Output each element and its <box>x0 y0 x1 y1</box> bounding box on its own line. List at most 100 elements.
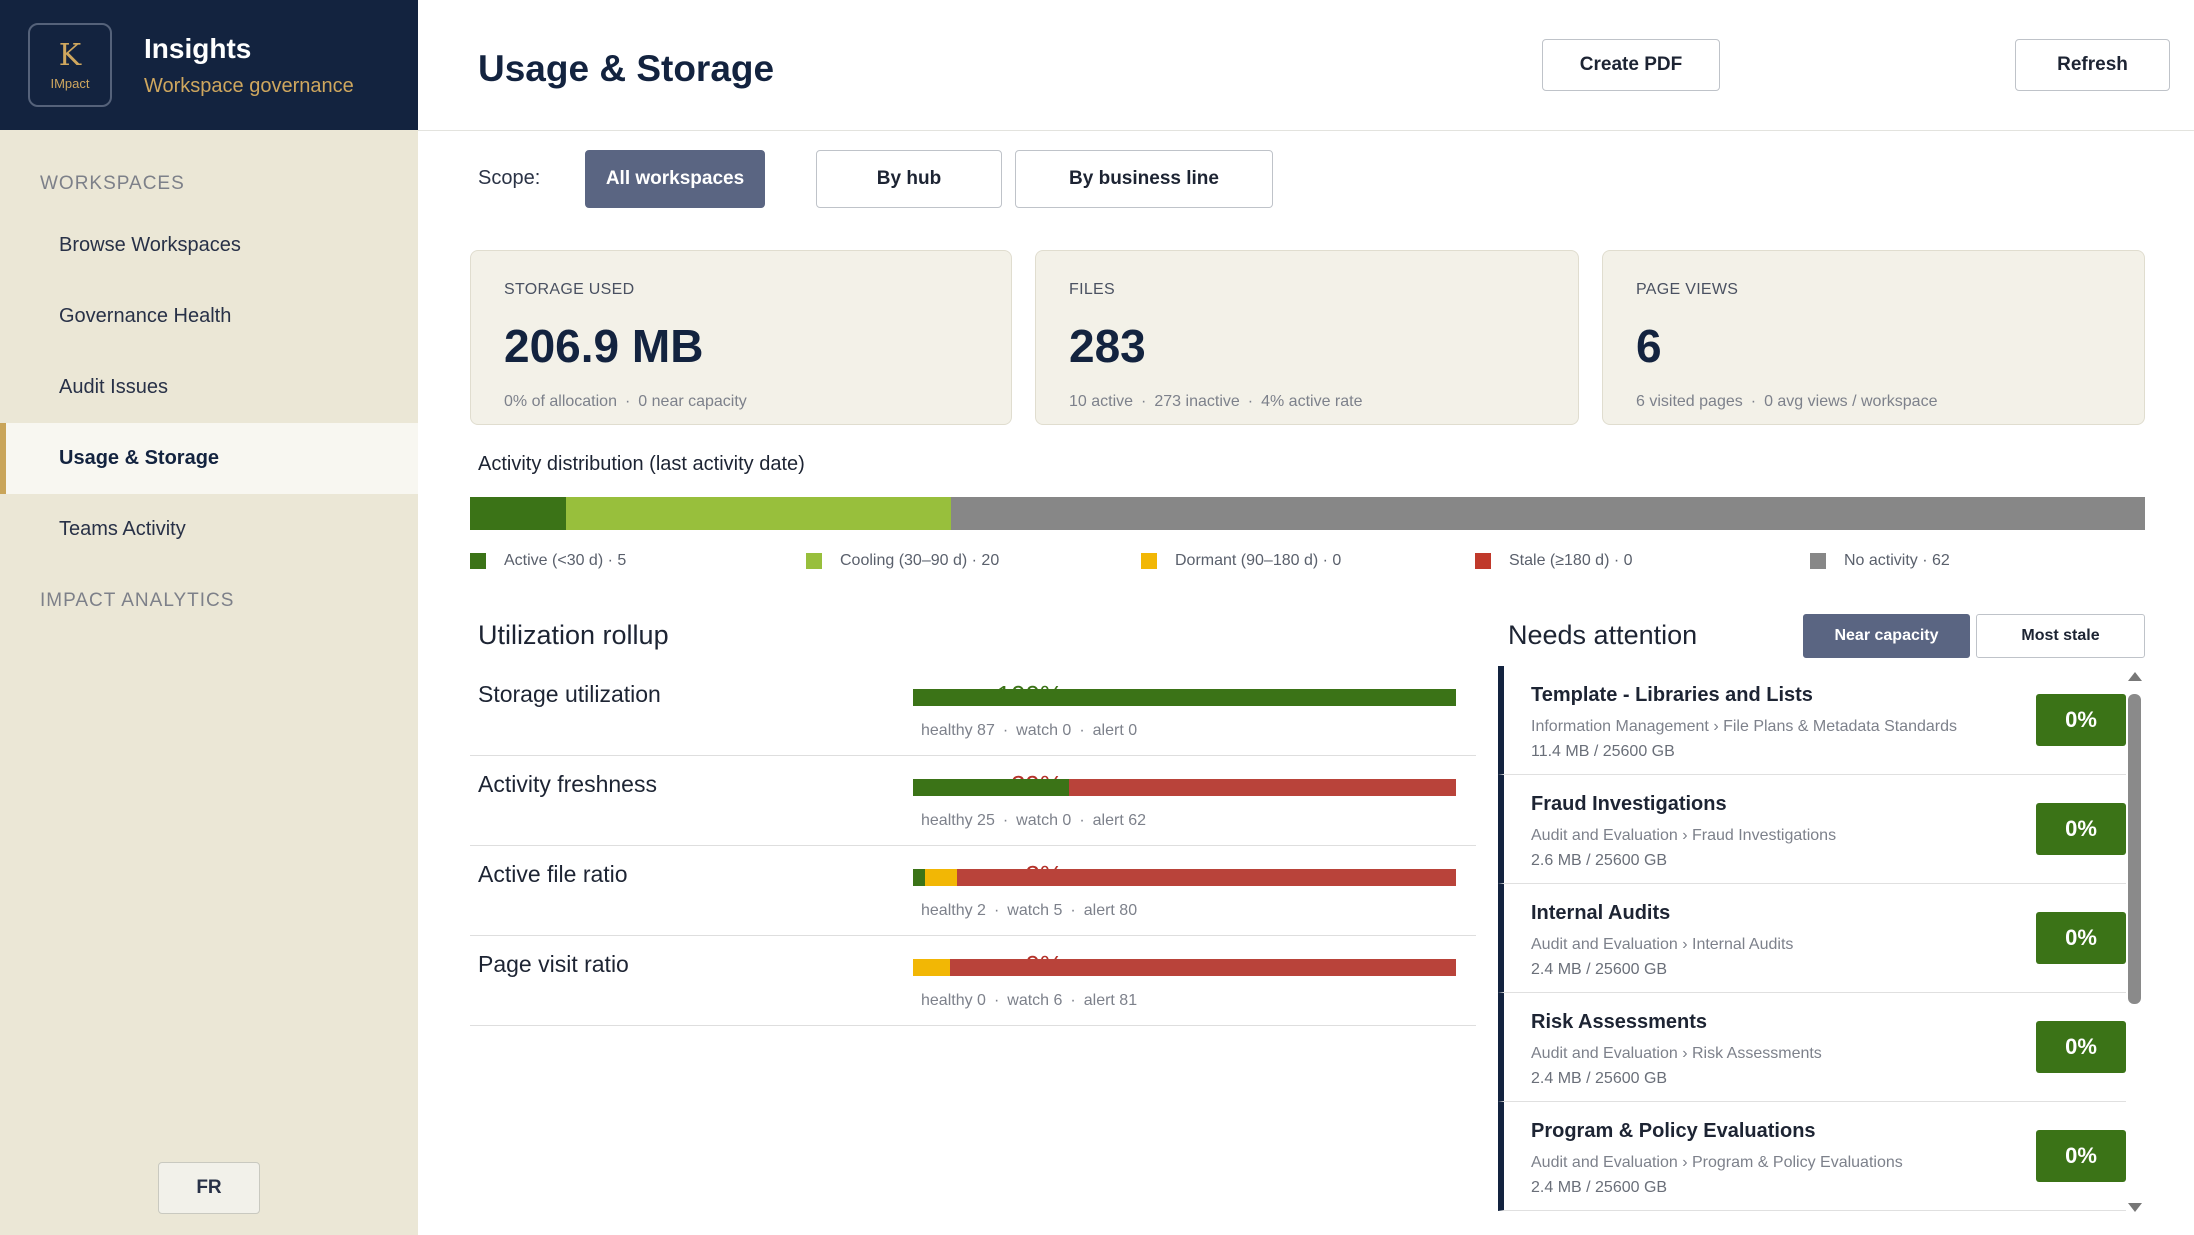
healthy-bar-segment <box>913 779 1070 796</box>
scope-by-hub-button[interactable]: By hub <box>816 150 1002 208</box>
utilization-row: Active file ratio2%healthy 2·watch 5·ale… <box>470 846 1476 936</box>
create-pdf-button[interactable]: Create PDF <box>1542 39 1720 91</box>
capacity-percent-badge: 0% <box>2036 1021 2126 1073</box>
legend-label: No activity · 62 <box>1844 552 1950 569</box>
utilization-metric-name: Activity freshness <box>478 771 657 797</box>
watch-count: watch 6 <box>1007 992 1063 1009</box>
kpi-card-files: FILES 283 10 active · 273 inactive · 4% acti… <box>1035 250 1579 425</box>
utilization-metric-name: Active file ratio <box>478 861 628 887</box>
separator-dot: · <box>1070 992 1076 1009</box>
sidebar: K IMpact Insights Workspace governance W… <box>0 0 418 1235</box>
app-subtitle: Workspace governance <box>144 74 354 97</box>
needs-attention-item[interactable]: Internal Audits Audit and Evaluation › In… <box>1498 884 2126 993</box>
workspace-name[interactable]: Template - Libraries and Lists <box>1531 684 1813 707</box>
legend-label: Active (<30 d) · 5 <box>504 552 627 569</box>
workspace-size: 2.4 MB / 25600 GB <box>1531 961 1668 978</box>
kpi-sub-2: 0 near capacity <box>638 393 747 410</box>
sidebar-item-audit-issues[interactable]: Audit Issues <box>0 352 418 423</box>
sidebar-item-governance-health[interactable]: Governance Health <box>0 281 418 352</box>
separator-dot: · <box>1079 812 1085 829</box>
utilization-bar <box>913 869 1456 886</box>
utilization-row: Storage utilization100%healthy 87·watch … <box>470 666 1476 756</box>
legend-swatch <box>1475 553 1491 569</box>
app-logo[interactable]: K IMpact <box>28 23 112 107</box>
legend-swatch <box>1141 553 1157 569</box>
workspace-path: Audit and Evaluation › Program & Policy … <box>1531 1154 1903 1171</box>
kpi-label: FILES <box>1069 281 1115 298</box>
needs-attention-scrollbar[interactable] <box>2126 672 2144 1212</box>
main-content: Usage & Storage Create PDF Refresh Scope… <box>418 0 2194 1235</box>
workspace-name[interactable]: Risk Assessments <box>1531 1011 1707 1034</box>
workspace-name[interactable]: Internal Audits <box>1531 902 1670 925</box>
kpi-sub-2: 0 avg views / workspace <box>1764 393 1938 410</box>
scope-by-business-line-button[interactable]: By business line <box>1015 150 1273 208</box>
workspace-size: 2.4 MB / 25600 GB <box>1531 1179 1668 1196</box>
workspace-path: Audit and Evaluation › Fraud Investigati… <box>1531 827 1837 844</box>
scroll-down-arrow-icon[interactable] <box>2128 1203 2142 1212</box>
capacity-percent-badge: 0% <box>2036 912 2126 964</box>
utilization-breakdown: healthy 25 · watch 0 · alert 62 <box>921 812 1146 830</box>
utilization-row: Activity freshness29%healthy 25·watch 0·… <box>470 756 1476 846</box>
scope-all-workspaces-button[interactable]: All workspaces <box>585 150 765 208</box>
page-title: Usage & Storage <box>478 48 775 89</box>
separator-dot: · <box>993 992 1000 1009</box>
separator-dot: · <box>1247 393 1254 410</box>
workspace-size: 2.6 MB / 25600 GB <box>1531 852 1668 869</box>
kpi-label: PAGE VIEWS <box>1636 281 1739 298</box>
alert-count: alert 81 <box>1083 992 1138 1009</box>
needs-attention-title: Needs attention <box>1508 620 1698 650</box>
legend-cooling: Cooling (30–90 d) · 20 <box>806 552 999 570</box>
alert-count: alert 62 <box>1092 812 1147 829</box>
sidebar-item-browse-workspaces[interactable]: Browse Workspaces <box>0 210 418 281</box>
nav-section-impact-analytics[interactable]: IMPACT ANALYTICS <box>0 590 418 612</box>
healthy-bar-segment <box>913 689 1456 706</box>
kpi-sub-3: 4% active rate <box>1261 393 1363 410</box>
activity-distribution-bar <box>470 497 2145 530</box>
needs-attention-item[interactable]: Risk Assessments Audit and Evaluation › R… <box>1498 993 2126 1102</box>
scroll-up-arrow-icon[interactable] <box>2128 672 2142 681</box>
healthy-count: healthy 2 <box>921 902 986 919</box>
kpi-value: 206.9 MB <box>504 320 704 372</box>
utilization-metric-name: Storage utilization <box>478 681 661 707</box>
watch-count: watch 0 <box>1016 812 1072 829</box>
utilization-breakdown: healthy 2 · watch 5 · alert 80 <box>921 902 1137 920</box>
utilization-bar <box>913 689 1456 706</box>
page-header: Usage & Storage Create PDF Refresh <box>418 0 2194 131</box>
tab-most-stale[interactable]: Most stale <box>1976 614 2145 658</box>
capacity-percent-badge: 0% <box>2036 1130 2126 1182</box>
watch-count: watch 0 <box>1016 722 1072 739</box>
kpi-value: 6 <box>1636 320 1662 372</box>
workspace-name[interactable]: Program & Policy Evaluations <box>1531 1120 1816 1143</box>
alert-bar-segment <box>956 869 1456 886</box>
sidebar-item-teams-activity[interactable]: Teams Activity <box>0 494 418 565</box>
alert-count: alert 80 <box>1083 902 1138 919</box>
separator-dot: · <box>1070 902 1076 919</box>
distribution-segment <box>951 497 2145 530</box>
tab-near-capacity[interactable]: Near capacity <box>1803 614 1970 658</box>
language-toggle-button[interactable]: FR <box>158 1162 260 1214</box>
utilization-bar <box>913 779 1456 796</box>
workspace-size: 2.4 MB / 25600 GB <box>1531 1070 1668 1087</box>
legend-no-activity: No activity · 62 <box>1810 552 1950 570</box>
healthy-bar-segment <box>913 869 926 886</box>
separator-dot: · <box>1002 812 1009 829</box>
legend-swatch <box>470 553 486 569</box>
watch-count: watch 5 <box>1007 902 1063 919</box>
legend-active: Active (<30 d) · 5 <box>470 552 626 570</box>
needs-attention-item[interactable]: Fraud Investigations Audit and Evaluation… <box>1498 775 2126 884</box>
workspace-size: 11.4 MB / 25600 GB <box>1531 743 1675 760</box>
sidebar-item-usage-storage[interactable]: Usage & Storage <box>0 423 418 494</box>
workspace-name[interactable]: Fraud Investigations <box>1531 793 1727 816</box>
kpi-sub-1: 6 visited pages <box>1636 393 1743 410</box>
scrollbar-thumb[interactable] <box>2128 694 2141 1004</box>
separator-dot: · <box>1750 393 1757 410</box>
needs-attention-item[interactable]: Program & Policy Evaluations Audit and Ev… <box>1498 1102 2126 1211</box>
capacity-percent-badge: 0% <box>2036 694 2126 746</box>
legend-stale: Stale (≥180 d) · 0 <box>1475 552 1633 570</box>
capacity-percent-badge: 0% <box>2036 803 2126 855</box>
refresh-button[interactable]: Refresh <box>2015 39 2170 91</box>
needs-attention-item[interactable]: Template - Libraries and Lists Informatio… <box>1498 666 2126 775</box>
needs-attention-list: Template - Libraries and Lists Informatio… <box>1498 666 2126 1217</box>
workspace-path: Information Management › File Plans & Me… <box>1531 718 1957 735</box>
kpi-sub-1: 0% of allocation <box>504 393 617 410</box>
